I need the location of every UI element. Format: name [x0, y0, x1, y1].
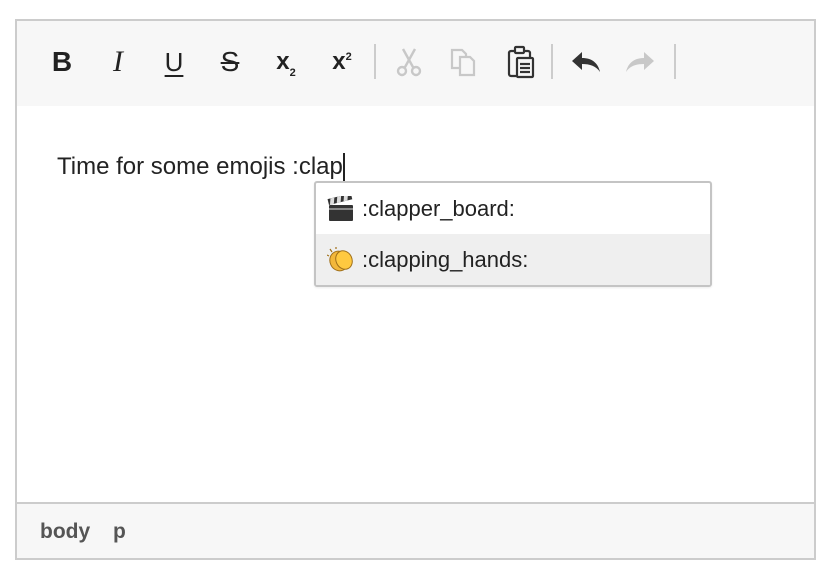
clipboard-paste-icon — [507, 45, 535, 79]
toolbar-separator — [551, 44, 553, 79]
clapper-board-icon — [326, 194, 356, 224]
redo-icon — [626, 52, 654, 72]
toolbar-separator — [674, 44, 676, 79]
paragraph-text: Time for some emojis :clap — [57, 153, 343, 180]
strikethrough-icon: S — [220, 46, 240, 77]
autocomplete-item-label: :clapping_hands: — [362, 246, 529, 272]
undo-icon — [572, 52, 600, 72]
editor-content-area[interactable]: Time for some emojis :clap — [17, 106, 814, 502]
text-caret — [342, 153, 345, 181]
bold-icon: B — [51, 46, 73, 77]
toolbar-separator — [374, 44, 376, 79]
copy-button[interactable] — [443, 42, 483, 82]
bold-button[interactable]: B — [42, 42, 82, 82]
italic-icon: I — [113, 45, 123, 78]
cut-button[interactable] — [389, 42, 429, 82]
underline-button[interactable]: U — [154, 42, 194, 82]
underline-icon: U — [164, 46, 184, 77]
rich-text-editor: B I U S x2 x2 Time for some emojis:clap… — [15, 19, 816, 560]
autocomplete-item-label: :clapper_board: — [362, 195, 515, 221]
path-p[interactable]: p — [113, 520, 126, 544]
italic-button[interactable]: I — [98, 42, 138, 82]
toolbar: B I U S x2 x2 — [17, 21, 814, 108]
subscript-icon: x2 — [276, 48, 296, 79]
paragraph: Time for some emojis :clap — [57, 153, 345, 181]
scissors-icon — [396, 48, 422, 77]
autocomplete-item-clapper-board[interactable]: :clapper_board: — [316, 183, 710, 234]
path-body[interactable]: body — [40, 520, 90, 544]
redo-button[interactable] — [620, 42, 660, 82]
undo-button[interactable] — [566, 42, 606, 82]
strikethrough-button[interactable]: S — [210, 42, 250, 82]
autocomplete-item-clapping-hands[interactable]: :clapping_hands: — [316, 234, 710, 285]
superscript-icon: x2 — [332, 48, 352, 75]
status-bar: body p — [17, 502, 814, 558]
emoji-autocomplete-popup: :clapper_board: :clapping_hands: — [314, 181, 712, 287]
paste-button[interactable] — [501, 42, 541, 82]
copy-icon — [450, 48, 476, 77]
superscript-button[interactable]: x2 — [322, 42, 362, 82]
subscript-button[interactable]: x2 — [266, 42, 306, 82]
clapping-hands-icon — [326, 245, 356, 275]
